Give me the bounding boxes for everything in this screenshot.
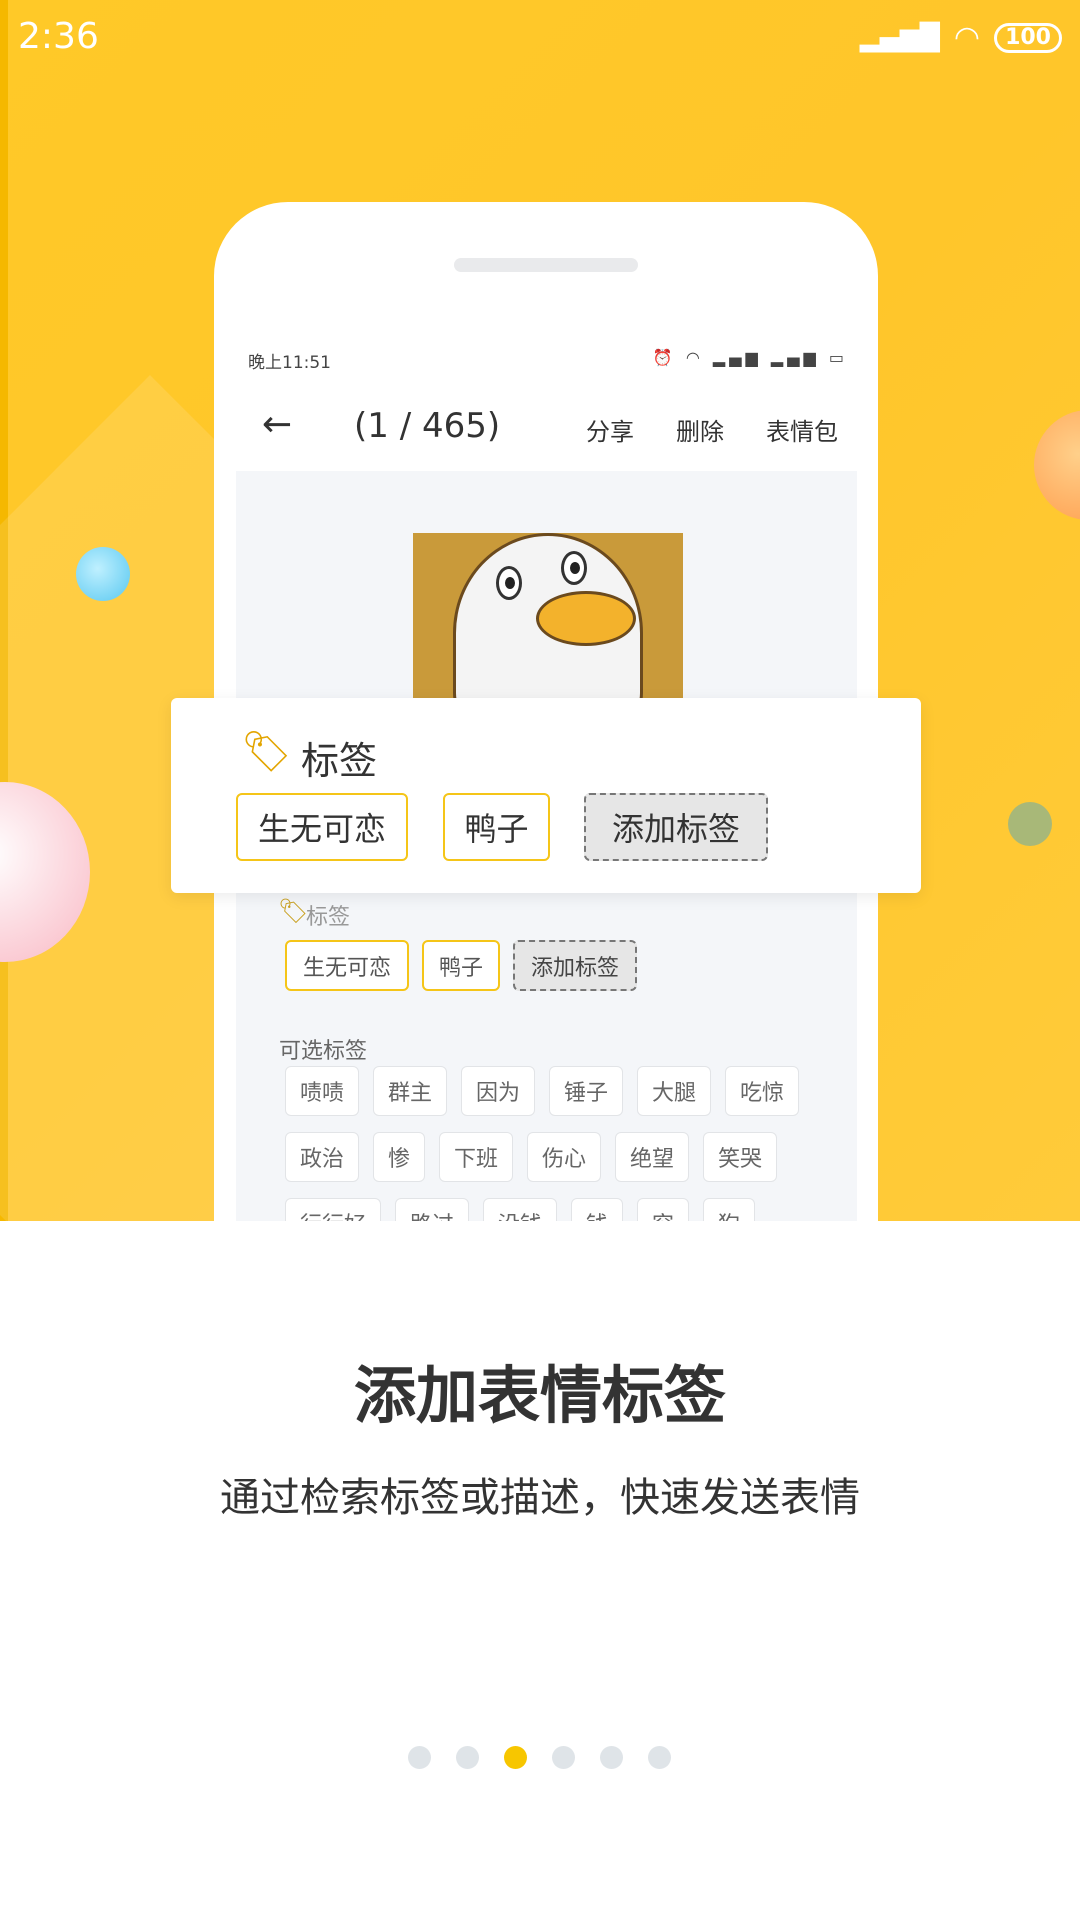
toolbar: ← (1 / 465) 分享 删除 表情包 (236, 398, 856, 458)
page-dot[interactable] (600, 1746, 623, 1769)
sticker-pack-button[interactable]: 表情包 (766, 412, 838, 447)
decor-orange-circle (1034, 410, 1080, 520)
optional-tag-chip[interactable]: 伤心 (527, 1132, 602, 1182)
tag-icon: 🏷 (278, 897, 309, 925)
share-button[interactable]: 分享 (586, 412, 634, 447)
status-bar: 2:36 ▂▄▆█ ◠ 100 (0, 0, 1080, 75)
onboarding-title: 添加表情标签 (353, 1359, 726, 1432)
optional-tag-chip[interactable]: 啧啧 (285, 1066, 360, 1116)
wifi-icon: ◠ (953, 20, 981, 55)
page-dot[interactable] (504, 1746, 527, 1769)
optional-tag-chip[interactable]: 绝望 (615, 1132, 690, 1182)
duck-eye (561, 551, 587, 585)
card-tags-label: 标签 (301, 739, 378, 783)
optional-tag-chip[interactable]: 锤子 (549, 1066, 624, 1116)
tag-callout-card: 🏷 标签 生无可恋 鸭子 添加标签 (171, 698, 921, 893)
page-dot[interactable] (456, 1746, 479, 1769)
page-dot[interactable] (648, 1746, 671, 1769)
optional-tag-chip[interactable]: 群主 (373, 1066, 448, 1116)
tag-chip[interactable]: 生无可恋 (236, 793, 408, 861)
status-time: 2:36 (18, 16, 99, 57)
inner-status-icons: ⏰ ◠ ▂▄▆ ▂▄▆ ▭ (652, 348, 848, 367)
duck-eye (496, 566, 522, 600)
signal-icon: ▂▄▆█ (859, 22, 940, 53)
optional-tag-chip[interactable]: 吃惊 (725, 1066, 800, 1116)
duck-beak (536, 591, 636, 646)
phone-speaker (454, 258, 638, 272)
tag-chip[interactable]: 生无可恋 (285, 940, 409, 991)
optional-tag-chip[interactable]: 因为 (461, 1066, 536, 1116)
bottom-panel (0, 1221, 1080, 1920)
optional-tag-chip[interactable]: 大腿 (637, 1066, 712, 1116)
tag-chip[interactable]: 鸭子 (443, 793, 550, 861)
back-arrow-icon[interactable]: ← (262, 404, 292, 445)
optional-tag-chip[interactable]: 惨 (373, 1132, 426, 1182)
optional-tag-chip[interactable]: 笑哭 (703, 1132, 778, 1182)
image-counter: (1 / 465) (354, 406, 501, 446)
optional-tag-chip[interactable]: 下班 (439, 1132, 514, 1182)
add-tag-button[interactable]: 添加标签 (584, 793, 768, 861)
decor-green-circle (1008, 802, 1052, 846)
decor-blue-circle (76, 547, 130, 601)
tag-icon: 🏷 (241, 729, 292, 775)
optional-tag-chip[interactable]: 政治 (285, 1132, 360, 1182)
inner-status-time: 晚上11:51 (248, 353, 331, 373)
optional-tags-label: 可选标签 (279, 1039, 368, 1064)
page-dot[interactable] (408, 1746, 431, 1769)
add-tag-button[interactable]: 添加标签 (513, 940, 637, 991)
page-dot[interactable] (552, 1746, 575, 1769)
tags-label: 标签 (306, 905, 351, 930)
tag-chip[interactable]: 鸭子 (422, 940, 500, 991)
onboarding-subtitle: 通过检索标签或描述，快速发送表情 (220, 1475, 860, 1521)
delete-button[interactable]: 删除 (676, 412, 724, 447)
battery-icon: 100 (994, 22, 1062, 53)
